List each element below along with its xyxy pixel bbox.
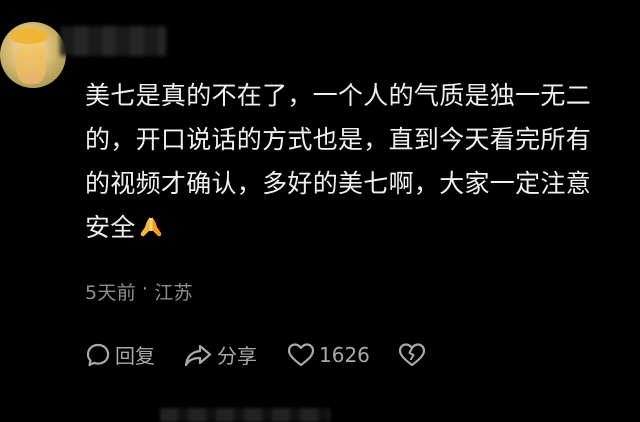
comment-text: 美七是真的不在了，一个人的气质是独一无二 的，开口说话的方式也是，直到今天看完所… xyxy=(85,74,633,250)
speech-bubble-icon xyxy=(86,343,110,366)
comment-location: 江苏 xyxy=(154,282,193,304)
comment-item: 美七是真的不在了，一个人的气质是独一无二 的，开口说话的方式也是，直到今天看完所… xyxy=(0,0,640,422)
comment-line-4: 安全 xyxy=(85,213,136,242)
comment-actions: 回复 分享 1626 xyxy=(85,340,426,369)
like-button[interactable]: 1626 xyxy=(287,342,370,368)
like-count: 1626 xyxy=(319,342,370,367)
username-blurred[interactable] xyxy=(60,26,166,56)
reply-button[interactable]: 回复 xyxy=(85,340,155,369)
folded-hands-icon xyxy=(138,209,164,237)
meta-separator: · xyxy=(142,278,149,300)
avatar-hat xyxy=(10,28,48,44)
share-label: 分享 xyxy=(217,344,257,368)
comment-meta: 5天前 · 江苏 xyxy=(85,278,193,305)
dislike-button[interactable] xyxy=(398,342,426,368)
comment-time: 5天前 xyxy=(85,282,136,304)
comment-line-3: 的视频才确认，多好的美七啊，大家一定注意 xyxy=(85,169,592,198)
comment-line-1: 美七是真的不在了，一个人的气质是独一无二 xyxy=(85,81,592,110)
share-button[interactable]: 分享 xyxy=(183,340,257,369)
share-arrow-icon xyxy=(184,344,212,366)
comment-line-2: 的，开口说话的方式也是，直到今天看完所有 xyxy=(85,125,592,154)
replies-toggle-blurred[interactable] xyxy=(160,408,330,422)
reply-label: 回复 xyxy=(115,344,155,368)
heart-icon xyxy=(287,342,315,366)
broken-heart-icon xyxy=(398,342,426,366)
avatar[interactable] xyxy=(0,22,66,88)
